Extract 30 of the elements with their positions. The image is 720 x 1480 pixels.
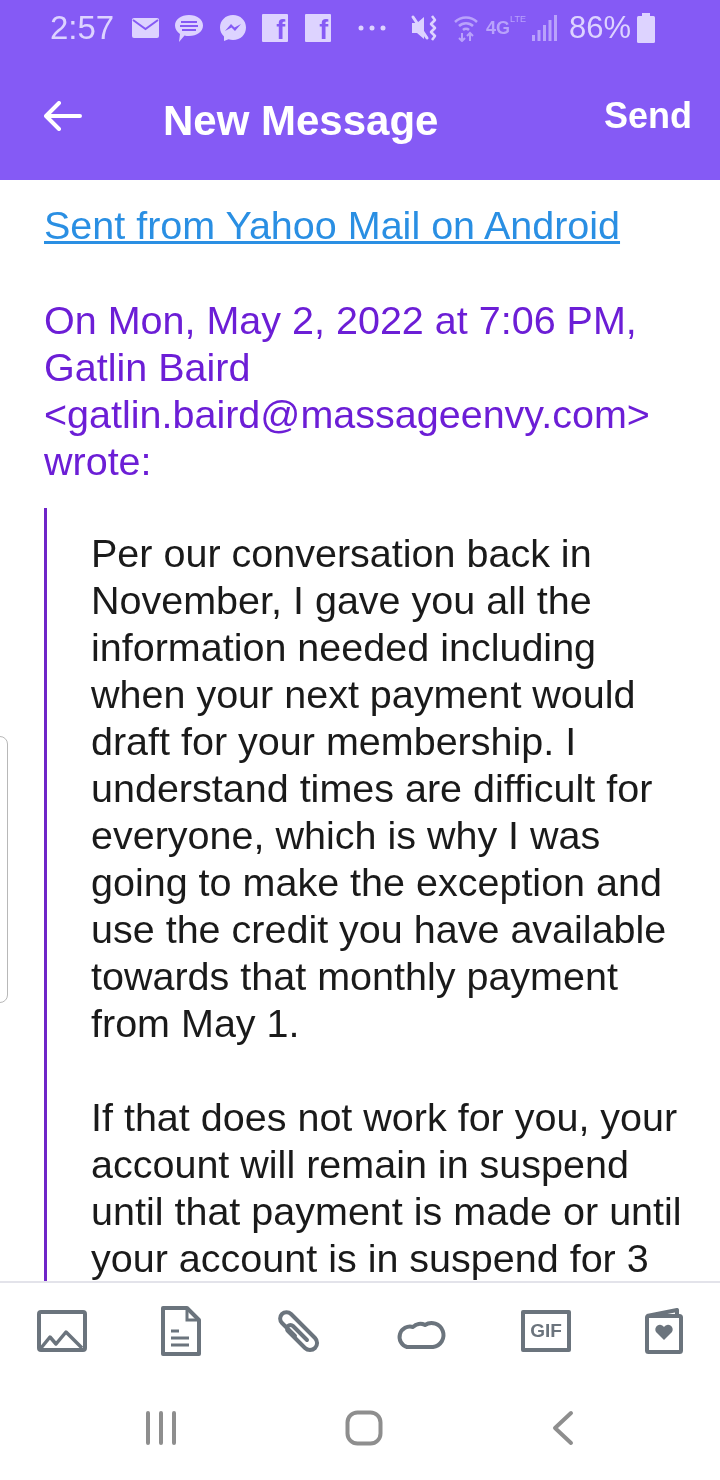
network-subtype: LTE: [510, 14, 526, 24]
gif-button[interactable]: GIF: [521, 1309, 571, 1352]
wifi-icon: [453, 14, 480, 42]
recent-apps-icon[interactable]: [145, 1410, 177, 1446]
card-heart-icon[interactable]: [645, 1307, 683, 1354]
letter-tile-icon: f: [262, 14, 289, 42]
clock-time: 2:57: [50, 9, 115, 47]
screen-title: New Message: [163, 97, 439, 145]
envelope-icon: [132, 18, 160, 38]
chat-bubble-icon: [174, 13, 205, 43]
document-icon[interactable]: [161, 1305, 201, 1356]
edge-panel-handle[interactable]: [0, 736, 8, 1003]
battery-percent: 86%: [568, 10, 631, 46]
signature-link[interactable]: Sent from Yahoo Mail on Android: [44, 202, 621, 249]
quoted-paragraph: Per our conversation back in November, I gave you all the information needed including when your next payment would draft for your membership. I understand times are difficult for everyone, which is why I was going to make the exception and use the credit you have available towards that monthly payment from May 1.: [91, 530, 668, 1047]
signal-icon: [531, 15, 557, 41]
letter-tile-icon: f: [305, 14, 332, 42]
send-button[interactable]: Send: [604, 95, 692, 137]
photo-icon[interactable]: [37, 1309, 87, 1352]
home-icon[interactable]: [345, 1410, 383, 1446]
more-dots-icon: [358, 25, 387, 31]
battery-icon: [637, 13, 655, 43]
mute-vibrate-icon: [410, 14, 439, 42]
network-type: 4G: [486, 17, 511, 39]
back-chevron-icon[interactable]: [551, 1410, 575, 1446]
quoted-paragraph: If that does not work for you, your account will remain in suspend until that payment is made or until your account is in suspend for 3: [91, 1094, 683, 1281]
lightning-bubble-icon: [219, 14, 248, 42]
paperclip-icon[interactable]: [275, 1307, 321, 1354]
back-arrow-icon[interactable]: [44, 101, 82, 131]
quote-attribution: On Mon, May 2, 2022 at 7:06 PM, Gatlin Baird <gatlin.baird@massageenvy.com> wrote:: [44, 297, 651, 485]
